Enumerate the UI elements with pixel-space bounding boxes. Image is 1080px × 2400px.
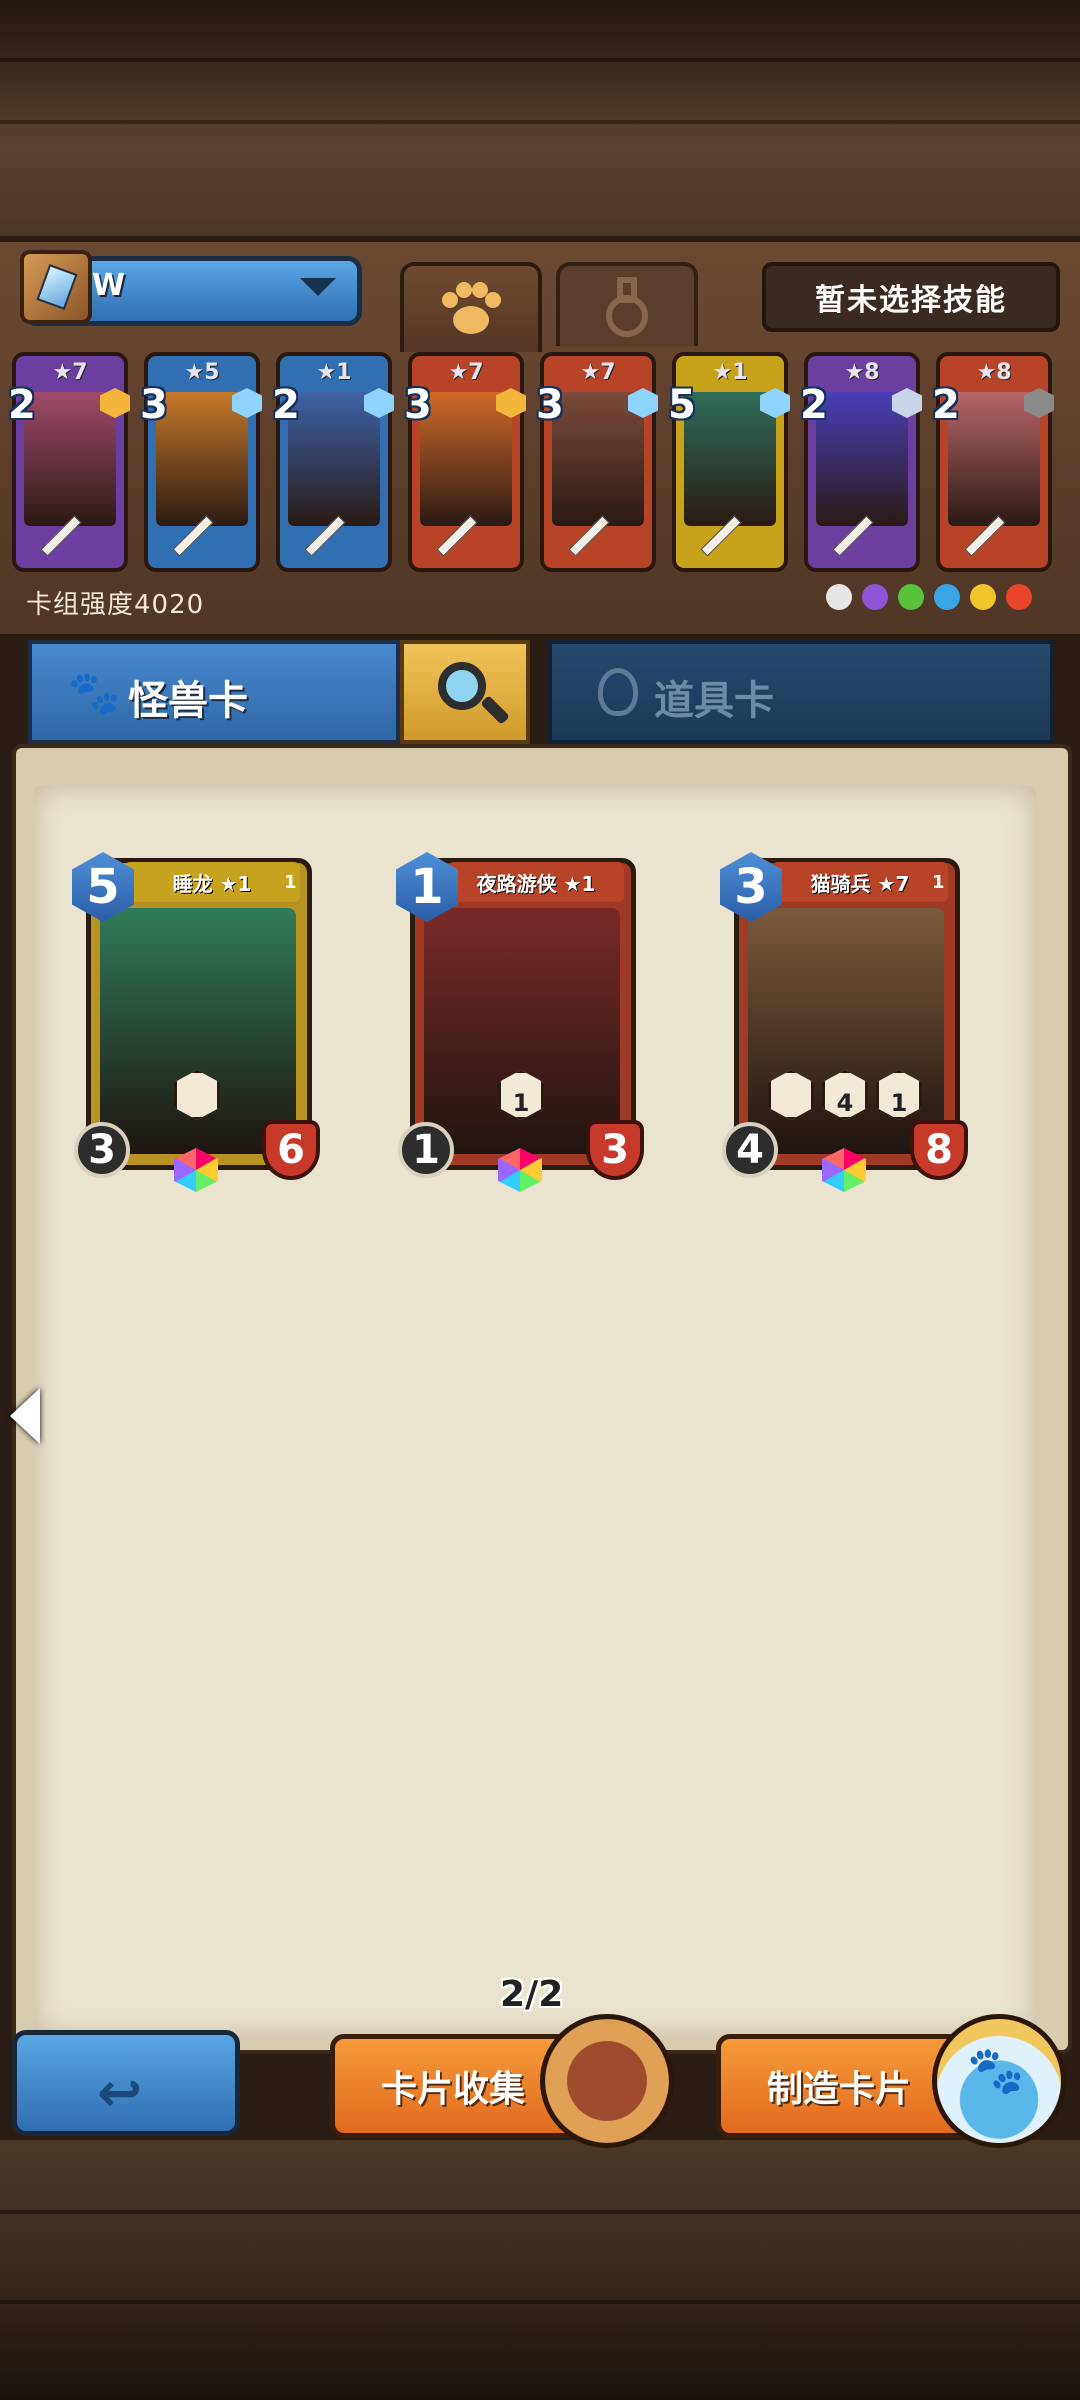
card-attack: 1 — [398, 1122, 454, 1178]
monster-card[interactable]: 猫骑兵 ★7 1 3 4 1 4 8 — [714, 852, 970, 1192]
search-button[interactable] — [400, 640, 530, 744]
card-name: 夜路游侠 ★1 — [448, 862, 624, 902]
tab-item-cards[interactable]: 道具卡 — [548, 640, 1054, 744]
potion-icon — [598, 668, 638, 716]
card-health: 3 — [586, 1120, 644, 1180]
plank-seam — [0, 58, 1080, 62]
bottom-wood-background — [0, 2140, 1080, 2400]
card-cost: 3 — [404, 382, 432, 428]
tab-monster-cards[interactable]: 🐾 怪兽卡 — [28, 640, 400, 744]
nature-icon[interactable] — [898, 584, 924, 610]
element-filter-row — [826, 584, 1032, 618]
card-collection-icon[interactable] — [540, 2014, 674, 2148]
deck-name: W — [92, 268, 126, 303]
deck-card[interactable]: ★1 2 — [272, 352, 394, 572]
potion-icon — [606, 277, 648, 337]
page-indicator: 2/2 — [500, 1974, 564, 2015]
card-cost: 2 — [272, 382, 300, 428]
card-art — [948, 392, 1040, 526]
fire-icon[interactable] — [1006, 584, 1032, 610]
deck-power-label: 卡组强度4020 — [26, 590, 205, 620]
card-art — [288, 392, 380, 526]
card-health: 8 — [910, 1120, 968, 1180]
search-icon-handle — [480, 695, 510, 725]
plank-seam — [0, 120, 1080, 124]
paw-icon: 🐾 — [68, 668, 121, 717]
card-attack: 3 — [74, 1122, 130, 1178]
crystal-icon — [36, 264, 78, 310]
search-icon — [438, 662, 486, 710]
card-cost: 3 — [140, 382, 168, 428]
card-art — [24, 392, 116, 526]
monster-cards-label: 怪兽卡 — [128, 678, 248, 724]
paw-icon — [442, 282, 501, 334]
paw-icon: 🐾 — [967, 2043, 1025, 2097]
card-tier: 1 — [284, 872, 297, 893]
deck-card[interactable]: ★7 3 — [536, 352, 658, 572]
skill-select-button[interactable]: 暂未选择技能 — [762, 262, 1060, 332]
card-health: 6 — [262, 1120, 320, 1180]
back-button[interactable]: ↩ — [12, 2030, 240, 2136]
tab-item-deck[interactable] — [556, 262, 698, 346]
shadow-icon[interactable] — [862, 584, 888, 610]
prev-page-arrow[interactable] — [10, 1388, 40, 1444]
deck-card[interactable]: ★5 3 — [140, 352, 262, 572]
deck-card[interactable]: ★8 2 — [800, 352, 922, 572]
card-cost: 3 — [536, 382, 564, 428]
chevron-down-icon[interactable] — [300, 278, 336, 296]
deck-card[interactable]: ★7 3 — [404, 352, 526, 572]
card-attack: 4 — [722, 1122, 778, 1178]
tab-monster-deck[interactable] — [400, 262, 542, 352]
card-name: 猫骑兵 ★7 — [772, 862, 948, 902]
monster-card[interactable]: 夜路游侠 ★1 1 1 1 3 — [390, 852, 646, 1192]
deck-book-icon — [20, 250, 92, 324]
deck-card[interactable]: ★8 2 — [932, 352, 1054, 572]
card-cost: 2 — [8, 382, 36, 428]
card-cost: 2 — [932, 382, 960, 428]
plank-seam — [0, 2210, 1080, 2214]
plank-seam — [0, 2300, 1080, 2304]
deck-card-strip: ★7 2 ★5 3 ★1 2 ★7 3 ★7 3 ★1 5 ★8 2 ★8 2 — [8, 352, 1068, 582]
deck-card[interactable]: ★7 2 — [8, 352, 130, 572]
card-art — [420, 392, 512, 526]
deck-card[interactable]: ★1 5 — [668, 352, 790, 572]
card-name: 睡龙 ★1 — [124, 862, 300, 902]
back-arrow-icon: ↩ — [97, 2061, 143, 2124]
card-cost: 5 — [668, 382, 696, 428]
neutral-icon[interactable] — [826, 584, 852, 610]
lightning-icon[interactable] — [970, 584, 996, 610]
card-art — [552, 392, 644, 526]
card-art — [684, 392, 776, 526]
item-cards-label: 道具卡 — [654, 678, 774, 724]
card-cost: 2 — [800, 382, 828, 428]
card-art — [816, 392, 908, 526]
craft-card-icon[interactable]: 🐾 — [932, 2014, 1066, 2148]
card-tier: 1 — [932, 872, 945, 893]
monster-card[interactable]: 睡龙 ★1 1 5 3 6 — [66, 852, 322, 1192]
water-icon[interactable] — [934, 584, 960, 610]
card-art — [156, 392, 248, 526]
